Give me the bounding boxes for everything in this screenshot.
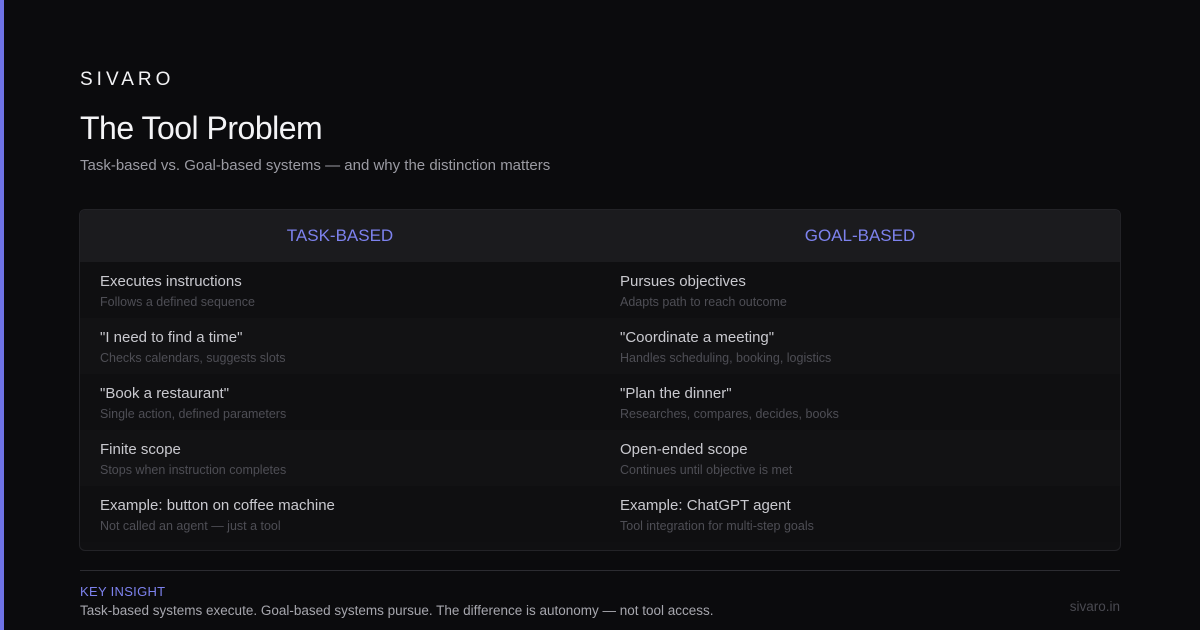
column-task-based: TASK-BASED Executes instructions Follows… <box>80 210 600 550</box>
row-title: Open-ended scope <box>620 441 748 458</box>
row-description: Tool integration for multi-step goals <box>620 519 814 533</box>
row-description: Follows a defined sequence <box>100 295 255 309</box>
row-description: Adapts path to reach outcome <box>620 295 787 309</box>
table-row: Example: button on coffee machine Not ca… <box>80 486 600 542</box>
accent-bar <box>0 0 4 630</box>
row-title: Example: button on coffee machine <box>100 497 335 514</box>
section-divider <box>80 570 1120 571</box>
column-header: GOAL-BASED <box>600 210 1120 262</box>
row-title: "Book a restaurant" <box>100 385 230 402</box>
table-row: Open-ended scope Continues until objecti… <box>600 430 1120 486</box>
row-title: "I need to find a time" <box>100 329 243 346</box>
brand-logo: SIVARO <box>80 69 175 90</box>
table-row: "Coordinate a meeting" Handles schedulin… <box>600 318 1120 374</box>
row-description: Checks calendars, suggests slots <box>100 351 286 365</box>
row-description: Single action, defined parameters <box>100 407 287 421</box>
row-title: "Plan the dinner" <box>620 385 732 402</box>
row-title: Finite scope <box>100 441 181 458</box>
column-header: TASK-BASED <box>80 210 600 262</box>
table-row: "Book a restaurant" Single action, defin… <box>80 374 600 430</box>
insight-text: Task-based systems execute. Goal-based s… <box>80 603 714 618</box>
row-description: Continues until objective is met <box>620 463 793 477</box>
row-description: Not called an agent — just a tool <box>100 519 281 533</box>
table-row: "Plan the dinner" Researches, compares, … <box>600 374 1120 430</box>
comparison-table: TASK-BASED Executes instructions Follows… <box>79 209 1121 551</box>
table-row: Finite scope Stops when instruction comp… <box>80 430 600 486</box>
table-row: Example: ChatGPT agent Tool integration … <box>600 486 1120 542</box>
row-title: "Coordinate a meeting" <box>620 329 775 346</box>
row-description: Researches, compares, decides, books <box>620 407 839 421</box>
row-description: Stops when instruction completes <box>100 463 287 477</box>
site-url: sivaro.in <box>1069 599 1120 614</box>
row-description: Handles scheduling, booking, logistics <box>620 351 832 365</box>
table-row: "I need to find a time" Checks calendars… <box>80 318 600 374</box>
page-subtitle: Task-based vs. Goal-based systems — and … <box>80 157 551 174</box>
row-title: Pursues objectives <box>620 273 746 290</box>
row-title: Executes instructions <box>100 273 242 290</box>
slide: SIVARO The Tool Problem Task-based vs. G… <box>0 0 1200 630</box>
table-row: Pursues objectives Adapts path to reach … <box>600 262 1120 318</box>
table-row: Executes instructions Follows a defined … <box>80 262 600 318</box>
page-title: The Tool Problem <box>80 110 323 146</box>
column-goal-based: GOAL-BASED Pursues objectives Adapts pat… <box>600 210 1120 550</box>
insight-label: KEY INSIGHT <box>80 584 166 599</box>
row-title: Example: ChatGPT agent <box>620 497 791 514</box>
